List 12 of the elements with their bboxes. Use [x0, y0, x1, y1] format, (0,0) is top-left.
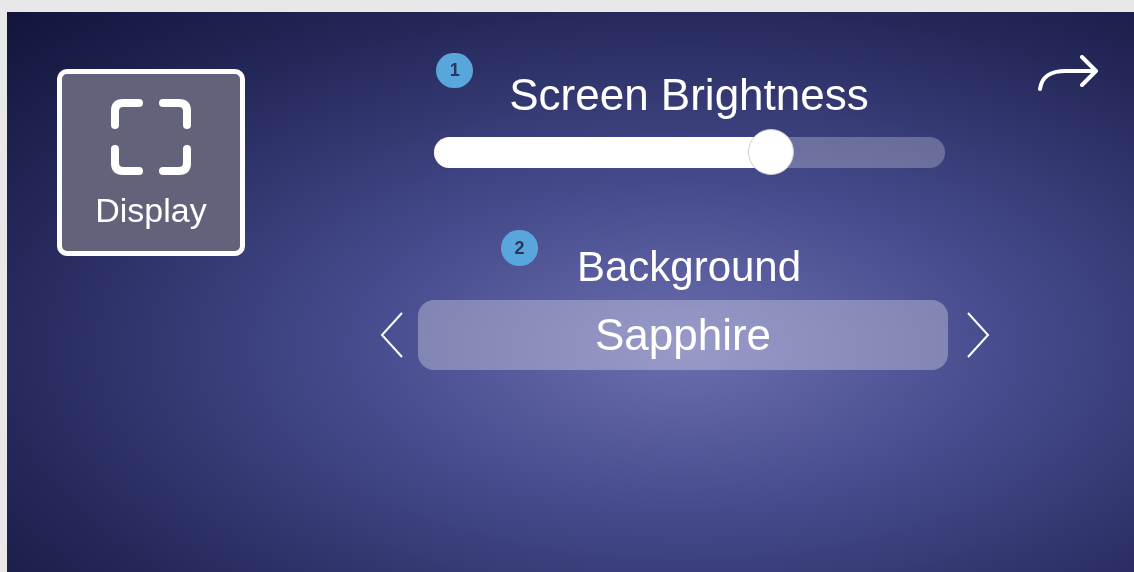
- forward-arrow-icon[interactable]: [1038, 55, 1100, 91]
- display-tile[interactable]: Display: [57, 69, 245, 256]
- chevron-left-icon[interactable]: [380, 311, 404, 359]
- slider-thumb[interactable]: [747, 129, 794, 175]
- setting-title: Background: [576, 243, 802, 290]
- tile-label: Display: [95, 192, 207, 227]
- frame-corners-icon: [111, 98, 191, 175]
- callout-badge: 1: [436, 53, 474, 88]
- callout-badge: 2: [500, 230, 538, 266]
- brightness-slider[interactable]: [433, 129, 945, 175]
- chevron-right-icon[interactable]: [966, 311, 990, 359]
- setting-title: Screen Brightness: [509, 70, 869, 119]
